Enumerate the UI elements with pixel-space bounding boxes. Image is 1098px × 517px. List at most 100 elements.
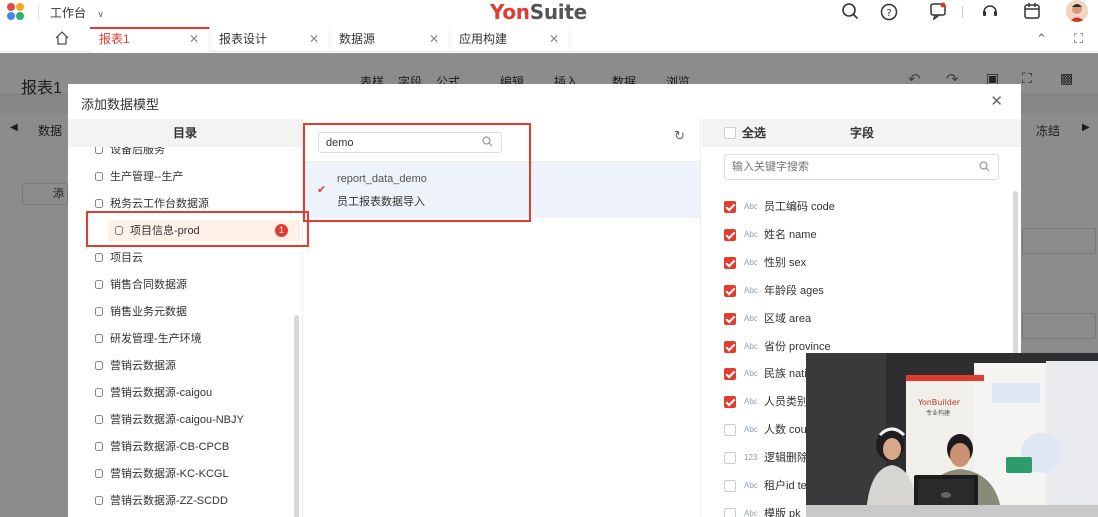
catalog-list: 设备后服务 生产管理--生产 税务云工作台数据源 项目信息-prod 1 项目云 销售合同数… (68, 147, 303, 517)
field-type-icon: Abc (744, 481, 758, 490)
divider (38, 5, 39, 19)
close-icon[interactable]: ✕ (990, 92, 1003, 110)
database-icon (95, 172, 103, 181)
catalog-item[interactable]: 营销云数据源 (95, 355, 176, 377)
field-checkbox[interactable] (724, 201, 736, 213)
tab-report1[interactable]: 报表1 ✕ (90, 27, 210, 52)
field-checkbox[interactable] (724, 312, 736, 325)
tab-datasource[interactable]: 数据源 ✕ (330, 27, 450, 52)
collapse-icon[interactable]: ⌃ (1036, 31, 1047, 47)
catalog-item[interactable]: 营销云数据源-CB-CPCB (95, 436, 230, 458)
message-icon[interactable] (928, 2, 948, 22)
field-label: 逻辑删除 (764, 452, 808, 465)
tab-report-design[interactable]: 报表设计 ✕ (210, 27, 330, 52)
select-all-label[interactable]: 全选 (742, 119, 766, 147)
top-bar: 工作台 ∨ YonSuite ? (0, 0, 1098, 26)
catalog-scrollbar[interactable] (294, 315, 299, 517)
brand-logo: YonSuite (490, 0, 587, 24)
field-checkbox[interactable] (724, 256, 736, 269)
app-grid-logo-icon[interactable] (7, 3, 25, 21)
catalog-item-label: 营销云数据源-CB-CPCB (110, 441, 230, 453)
tab-bar: 报表1 ✕ 报表设计 ✕ 数据源 ✕ 应用构建 ✕ ⌃ ⛶ (0, 26, 1098, 52)
field-label: 年龄段 ages (764, 284, 824, 297)
tab-app-build[interactable]: 应用构建 ✕ (450, 27, 570, 52)
field-checkbox[interactable] (724, 480, 736, 492)
chevron-down-icon: ∨ (97, 9, 104, 19)
field-checkbox[interactable] (724, 228, 736, 241)
field-label: 人员类别 (764, 396, 808, 409)
field-type-icon: Abc (744, 229, 758, 239)
catalog-item[interactable]: 生产管理--生产 (95, 166, 184, 188)
field-search-field[interactable] (732, 161, 972, 173)
field-search-input[interactable] (724, 154, 999, 180)
catalog-item[interactable]: 项目云 (95, 247, 143, 269)
field-label: 模版 pk_t (764, 507, 810, 517)
workbench-label: 工作台 (50, 6, 87, 20)
refresh-icon[interactable]: ↻ (674, 128, 685, 144)
database-icon (95, 334, 103, 343)
database-icon (95, 361, 103, 370)
field-checkbox[interactable] (724, 340, 736, 353)
close-icon[interactable]: ✕ (429, 27, 439, 52)
catalog-item-label: 销售业务元数据 (110, 306, 187, 318)
field-type-icon: Abc (744, 508, 758, 517)
catalog-item[interactable]: 营销云数据源-ZZ-SCDD (95, 490, 228, 512)
catalog-item[interactable]: 设备后服务 (95, 147, 165, 161)
field-label: 区域 area (764, 312, 812, 325)
catalog-item-label: 项目云 (110, 252, 143, 264)
user-avatar[interactable] (1066, 0, 1088, 22)
field-checkbox[interactable] (724, 507, 736, 517)
database-icon (95, 388, 103, 397)
search-icon[interactable] (979, 161, 990, 175)
field-type-icon: Abc (744, 425, 758, 435)
workbench-menu[interactable]: 工作台 ∨ (50, 4, 104, 21)
tab-label: 报表1 (99, 32, 130, 46)
catalog-item-label: 税务云工作台数据源 (110, 198, 209, 210)
tab-label: 数据源 (339, 32, 376, 46)
catalog-item-label: 营销云数据源-caigou-NBJY (110, 414, 244, 426)
tab-label: 报表设计 (219, 32, 268, 46)
catalog-item-label: 销售合同数据源 (110, 279, 187, 291)
banner-sub: 专业构建 (926, 409, 950, 417)
catalog-item[interactable]: 销售业务元数据 (95, 301, 187, 323)
fields-header-row: 全选 字段 (702, 119, 1021, 147)
field-checkbox[interactable] (724, 368, 736, 381)
dialog-title: 添加数据模型 (81, 97, 160, 112)
field-label: 员工编码 code (764, 201, 835, 213)
field-type-icon: Abc (744, 369, 758, 379)
home-icon[interactable] (55, 31, 69, 48)
catalog-item[interactable]: 研发管理-生产环境 (95, 328, 202, 350)
catalog-item-label: 生产管理--生产 (110, 171, 184, 183)
catalog-item[interactable]: 营销云数据源-KC-KCGL (95, 463, 229, 485)
catalog-panel: 目录 设备后服务 生产管理--生产 税务云工作台数据源 项目信息-prod 1 项目云 销售… (68, 119, 303, 517)
field-type-icon: Abc (744, 202, 758, 211)
field-type-icon: Abc (744, 397, 758, 407)
catalog-item[interactable]: 营销云数据源-caigou (95, 382, 212, 404)
highlight-frame-catalog (86, 211, 309, 247)
catalog-header: 目录 (68, 119, 302, 147)
close-icon[interactable]: ✕ (309, 27, 319, 52)
database-icon (95, 280, 103, 289)
field-checkbox[interactable] (724, 452, 736, 465)
catalog-item[interactable]: 销售合同数据源 (95, 274, 187, 296)
catalog-item[interactable]: 营销云数据源-caigou-NBJY (95, 409, 244, 431)
brand-part-a: Yon (490, 0, 530, 24)
close-icon[interactable]: ✕ (189, 29, 199, 50)
field-checkbox[interactable] (724, 396, 736, 409)
catalog-item-label: 研发管理-生产环境 (110, 333, 202, 345)
calendar-icon[interactable] (1022, 2, 1042, 22)
field-type-icon: 123 (744, 453, 758, 463)
select-all-checkbox[interactable] (724, 127, 736, 139)
customer-service-icon[interactable] (980, 2, 1000, 22)
fullscreen-icon[interactable]: ⛶ (1074, 31, 1083, 47)
database-icon (95, 469, 103, 478)
search-icon[interactable] (840, 2, 860, 22)
field-checkbox[interactable] (724, 424, 736, 437)
field-checkbox[interactable] (724, 284, 736, 297)
field-type-icon: Abc (744, 285, 758, 295)
help-icon[interactable]: ? (880, 2, 900, 22)
close-icon[interactable]: ✕ (549, 27, 559, 52)
database-icon (95, 496, 103, 505)
presenter-video: YonBuilder 专业构建 (806, 353, 1098, 517)
tab-label: 应用构建 (459, 32, 508, 46)
